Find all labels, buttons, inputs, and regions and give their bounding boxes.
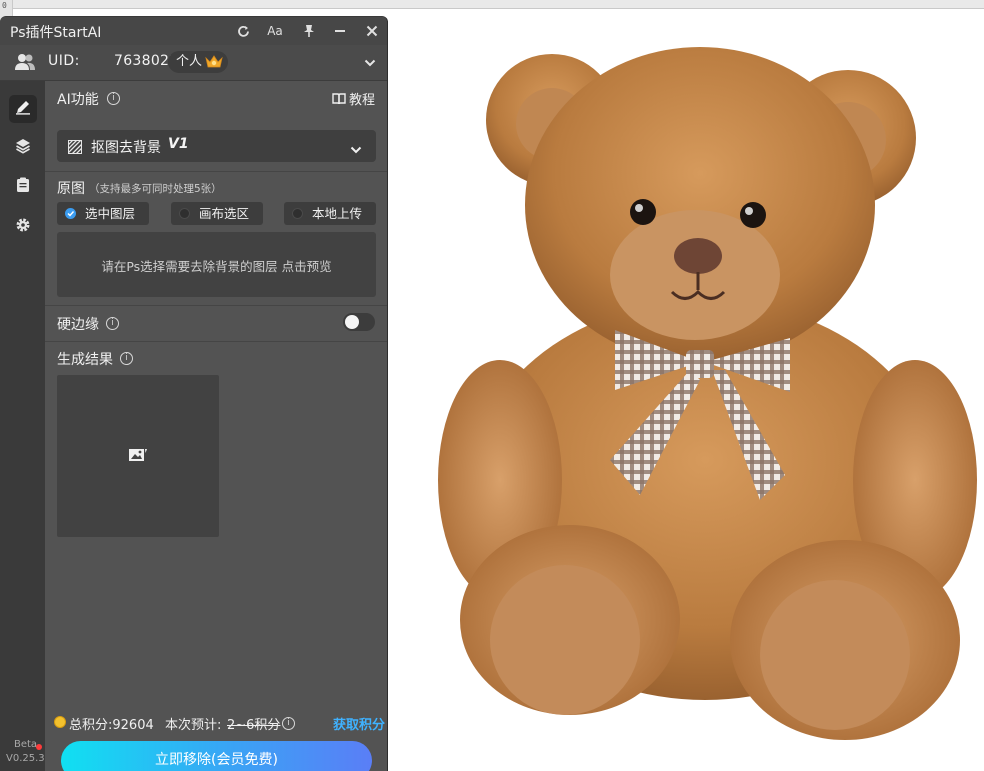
option-label: 本地上传: [312, 206, 363, 221]
ai-function-label: AI功能: [57, 92, 99, 108]
plan-badge: 个人: [168, 51, 229, 73]
sidebar-item-clipboard[interactable]: [9, 173, 37, 201]
preview-hint: 请在Ps选择需要去除背景的图层 点击预览: [101, 259, 332, 274]
minimize-icon[interactable]: [330, 21, 350, 41]
tutorial-label: 教程: [349, 93, 376, 108]
main-content: AI功能 i 教程 抠图去背景 V1 原图 （支持最多可同时处理5张） 选中图层: [45, 81, 387, 771]
image-placeholder-icon: [128, 447, 148, 467]
hard-edge-toggle[interactable]: [343, 313, 375, 331]
sidebar-item-layers[interactable]: [9, 134, 37, 162]
toggle-knob: [345, 315, 359, 329]
ruler-top: [0, 0, 984, 9]
version-label: V0.25.3: [6, 753, 45, 764]
font-size-button[interactable]: Aa: [265, 21, 285, 41]
result-label: 生成结果: [57, 352, 113, 368]
user-info-row[interactable]: UID: 763802291 个人: [0, 45, 387, 81]
ruler-mark: 0: [2, 1, 7, 10]
crown-icon: [205, 54, 223, 77]
option-selected-layer[interactable]: 选中图层: [57, 202, 149, 225]
uid-label: UID:: [48, 53, 80, 69]
edit-icon: [15, 99, 31, 119]
source-hint: （支持最多可同时处理5张）: [89, 183, 222, 195]
estimate-value: 2~6积分: [227, 718, 281, 733]
chevron-down-icon[interactable]: [364, 53, 376, 72]
plugin-panel: Ps插件StartAI Aa UID: 763802291 个人 Beta V0…: [0, 16, 388, 771]
info-icon[interactable]: i: [107, 92, 120, 105]
option-label: 选中图层: [85, 206, 136, 221]
option-label: 画布选区: [199, 206, 250, 221]
version-info: Beta V0.25.3: [6, 738, 45, 766]
gear-icon: [15, 217, 31, 237]
close-icon[interactable]: [362, 21, 382, 41]
title-bar[interactable]: Ps插件StartAI Aa: [0, 17, 387, 45]
coin-icon: [54, 716, 66, 728]
app-title: Ps插件StartAI: [10, 25, 102, 41]
remove-background-button[interactable]: 立即移除(会员免费): [61, 741, 372, 771]
estimate-label: 本次预计:: [165, 718, 222, 733]
tutorial-link[interactable]: 教程: [332, 89, 375, 108]
result-preview-box[interactable]: [57, 375, 219, 537]
book-icon: [332, 93, 346, 105]
sidebar: Beta V0.25.3: [0, 81, 45, 771]
divider: [45, 341, 387, 342]
info-icon[interactable]: i: [282, 717, 295, 730]
sidebar-item-settings[interactable]: [9, 213, 37, 241]
points-summary: 总积分:92604 本次预计: 2~6积分 i 获取积分: [53, 714, 385, 733]
users-icon: [14, 53, 36, 75]
pin-icon[interactable]: [299, 21, 319, 41]
radio-icon: [292, 208, 303, 219]
divider: [45, 171, 387, 172]
divider: [45, 305, 387, 306]
source-preview-box[interactable]: 请在Ps选择需要去除背景的图层 点击预览: [57, 232, 376, 297]
refresh-icon[interactable]: [233, 21, 253, 41]
get-points-link[interactable]: 获取积分: [333, 714, 385, 733]
beta-label: Beta: [14, 739, 38, 750]
chevron-down-icon: [350, 140, 362, 159]
feature-name: 抠图去背景: [91, 140, 161, 156]
hard-edge-label: 硬边缘: [57, 317, 99, 333]
radio-icon: [179, 208, 190, 219]
feature-version: V1: [168, 136, 189, 152]
feature-select[interactable]: 抠图去背景 V1: [57, 130, 376, 162]
layers-icon: [15, 138, 31, 158]
plan-label: 个人: [176, 54, 203, 69]
total-points: 总积分:92604: [69, 718, 154, 733]
info-icon[interactable]: i: [106, 317, 119, 330]
check-icon: [65, 208, 76, 219]
stripes-icon: [67, 139, 83, 158]
option-local-upload[interactable]: 本地上传: [284, 202, 376, 225]
option-canvas-selection[interactable]: 画布选区: [171, 202, 263, 225]
info-icon[interactable]: i: [120, 352, 133, 365]
clipboard-icon: [16, 177, 30, 197]
source-label: 原图: [57, 181, 85, 197]
sidebar-item-edit[interactable]: [9, 95, 37, 123]
